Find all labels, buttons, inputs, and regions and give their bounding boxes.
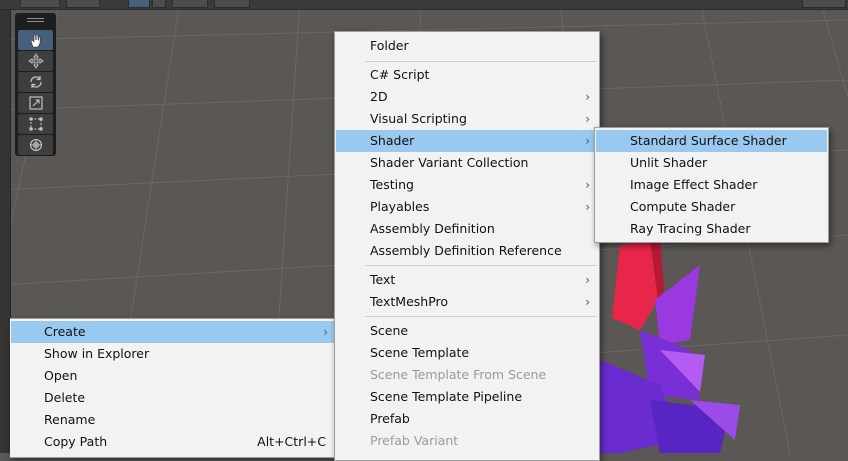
menu-item-scene-template[interactable]: Scene Template [336,342,598,364]
menu-item-csharp-script[interactable]: C# Script [336,64,598,86]
menu-item-label: TextMeshPro [370,294,449,309]
move-tool-button[interactable] [18,51,53,71]
menu-item-label: C# Script [370,67,430,82]
menu-item-label: Prefab Variant [370,433,459,448]
chevron-right-icon: › [585,178,590,192]
menu-item-label: Image Effect Shader [630,177,758,192]
rect-transform-icon [29,117,42,131]
menu-item-label: Assembly Definition [370,221,495,236]
menu-item-label: Assembly Definition Reference [370,243,562,258]
menu-separator [365,316,597,317]
toolbar-button[interactable] [20,0,60,8]
menu-item-label: Compute Shader [630,199,736,214]
project-context-menu: Create › Show in Explorer Open Delete Re… [10,318,338,458]
tool-palette [15,13,56,156]
menu-item-assembly-definition-reference[interactable]: Assembly Definition Reference [336,240,598,262]
scale-tool-button[interactable] [18,93,53,113]
menu-item-textmeshpro[interactable]: TextMeshPro › [336,291,598,313]
menu-item-label: Scene [370,323,409,338]
menu-item-label: Playables [370,199,430,214]
chevron-right-icon: › [585,295,590,309]
rotate-tool-button[interactable] [18,72,53,92]
menu-item-shortcut: Alt+Ctrl+C [257,434,326,449]
menu-item-show-in-explorer[interactable]: Show in Explorer [11,343,336,365]
menu-item-label: Scene Template [370,345,470,360]
palette-grip[interactable] [27,18,44,19]
menu-item-compute-shader[interactable]: Compute Shader [596,196,827,218]
create-submenu: Folder C# Script 2D › Visual Scripting ›… [334,31,600,461]
menu-item-label: Delete [44,390,86,405]
menu-item-label: Shader Variant Collection [370,155,529,170]
menu-item-unlit-shader[interactable]: Unlit Shader [596,152,827,174]
transform-icon [29,138,42,152]
scene-toolbar [0,0,848,10]
menu-item-2d[interactable]: 2D › [336,86,598,108]
menu-item-scene-template-pipeline[interactable]: Scene Template Pipeline [336,386,598,408]
menu-item-delete[interactable]: Delete [11,387,336,409]
hand-tool-button[interactable] [18,30,53,50]
menu-item-shader-variant-collection[interactable]: Shader Variant Collection [336,152,598,174]
menu-item-label: Text [370,272,396,287]
menu-item-open[interactable]: Open [11,365,336,387]
transform-tool-button[interactable] [18,135,53,155]
menu-item-label: Scene Template Pipeline [370,389,523,404]
toolbar-button[interactable] [214,0,250,8]
chevron-right-icon: › [323,325,328,339]
menu-item-scene[interactable]: Scene [336,320,598,342]
menu-item-label: Ray Tracing Shader [630,221,751,236]
menu-item-label: Create [44,324,86,339]
toolbar-button[interactable] [152,0,166,8]
menu-item-shader[interactable]: Shader › [336,130,598,152]
menu-separator [365,61,597,62]
menu-item-label: Testing [370,177,414,192]
menu-item-create[interactable]: Create › [11,321,336,343]
menu-item-label: Rename [44,412,96,427]
menu-separator [365,265,597,266]
menu-item-label: Visual Scripting [370,111,467,126]
menu-item-label: Shader [370,133,415,148]
menu-item-image-effect-shader[interactable]: Image Effect Shader [596,174,827,196]
move-icon [27,53,44,69]
menu-item-ray-tracing-shader[interactable]: Ray Tracing Shader [596,218,827,240]
rect-tool-button[interactable] [18,114,53,134]
chevron-right-icon: › [585,112,590,126]
chevron-right-icon: › [585,200,590,214]
menu-item-label: Copy Path [44,434,108,449]
chevron-right-icon: › [585,273,590,287]
shader-submenu: Standard Surface Shader Unlit Shader Ima… [594,127,829,243]
menu-item-rename[interactable]: Rename [11,409,336,431]
menu-item-label: Standard Surface Shader [630,133,787,148]
chevron-right-icon: › [585,90,590,104]
menu-item-label: Show in Explorer [44,346,150,361]
palette-grip[interactable] [27,21,44,22]
hand-icon [30,33,40,48]
menu-item-label: Unlit Shader [630,155,708,170]
rotate-icon [29,76,42,88]
menu-item-text[interactable]: Text › [336,269,598,291]
toolbar-button[interactable] [128,0,150,8]
menu-item-playables[interactable]: Playables › [336,196,598,218]
menu-item-copy-path[interactable]: Copy Path Alt+Ctrl+C [11,431,336,453]
menu-item-assembly-definition[interactable]: Assembly Definition [336,218,598,240]
menu-item-standard-surface-shader[interactable]: Standard Surface Shader [596,130,827,152]
menu-item-folder[interactable]: Folder [336,35,598,57]
menu-item-label: 2D [370,89,388,104]
menu-item-prefab-variant: Prefab Variant [336,430,598,452]
toolbar-button[interactable] [66,0,100,8]
toolbar-button[interactable] [802,0,846,8]
menu-item-label: Prefab [370,411,410,426]
menu-item-prefab[interactable]: Prefab [336,408,598,430]
menu-item-scene-template-from-scene: Scene Template From Scene [336,364,598,386]
menu-item-label: Folder [370,38,409,53]
scale-icon [28,96,43,110]
menu-item-label: Open [44,368,78,383]
chevron-right-icon: › [585,134,590,148]
menu-item-testing[interactable]: Testing › [336,174,598,196]
menu-item-label: Scene Template From Scene [370,367,547,382]
menu-item-visual-scripting[interactable]: Visual Scripting › [336,108,598,130]
toolbar-button[interactable] [172,0,208,8]
